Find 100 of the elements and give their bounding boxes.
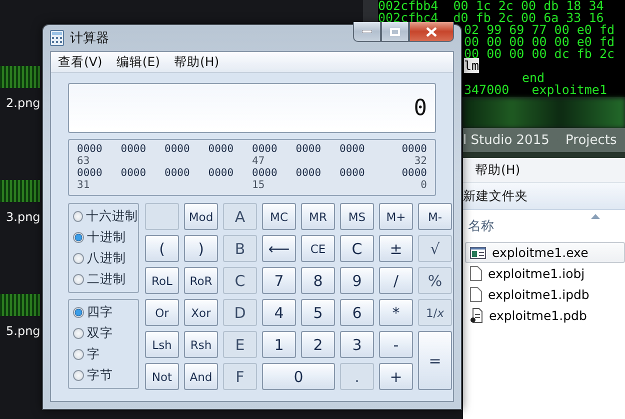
bit-group: 0000 (164, 167, 190, 179)
radio-icon[interactable] (73, 370, 84, 381)
calculator-key[interactable]: Lsh (145, 331, 179, 358)
bit-group: 0000 (402, 167, 427, 179)
calculator-key[interactable]: / (379, 267, 413, 294)
file-name: exploitme1.iobj (488, 266, 585, 281)
calculator-key[interactable]: Rsh (184, 331, 218, 358)
menu-item[interactable]: 帮助(H) (174, 54, 220, 70)
file-name: exploitme1.ipdb (488, 287, 590, 302)
calculator-key[interactable]: 5 (301, 299, 335, 326)
calculator-key[interactable]: 0 (262, 363, 335, 390)
calculator-key[interactable]: + (379, 363, 413, 390)
calculator-key[interactable]: - (379, 331, 413, 358)
thumbnail-placeholder[interactable] (0, 294, 40, 316)
breadcrumb-item[interactable]: l Studio 2015 (463, 132, 550, 148)
bit-index: 0 (420, 179, 427, 191)
blank-file-icon (470, 266, 482, 281)
calculator-key[interactable]: MR (301, 203, 335, 230)
calculator-key[interactable]: Not (145, 363, 179, 390)
radio-icon[interactable] (73, 349, 84, 360)
calculator-key[interactable]: MS (340, 203, 374, 230)
calculator-key[interactable]: M+ (379, 203, 413, 230)
bit-index: 47 (252, 155, 265, 167)
calculator-key[interactable]: Mod (184, 203, 218, 230)
terminal-line: 00 00 00 00 00 e0 fd (464, 34, 615, 49)
radio-icon[interactable] (73, 211, 83, 222)
file-row[interactable]: exploitme1.ipdb (465, 284, 625, 305)
calculator-key[interactable]: ( (145, 235, 179, 262)
blank-file-icon (470, 287, 482, 302)
file-row[interactable]: exploitme1.iobj (465, 263, 625, 284)
terminal-line: 002cfbc4 d0 fb 2c 00 6a 33 16 (378, 10, 604, 25)
file-name: exploitme1.pdb (489, 308, 587, 323)
calculator-key[interactable]: C (340, 235, 374, 262)
calculator-key[interactable]: * (379, 299, 413, 326)
close-button[interactable] (409, 22, 454, 42)
file-row[interactable]: exploitme1.pdb (465, 305, 625, 326)
terminal-line: 02 99 69 77 00 e0 fd (464, 22, 615, 37)
breadcrumb-item[interactable]: Projects (566, 132, 617, 148)
toolbar-item[interactable]: 新建文件夹 (463, 188, 528, 204)
file-row[interactable]: exploitme1.exe (465, 242, 625, 263)
calculator-key[interactable]: 8 (301, 267, 335, 294)
radio-icon[interactable] (73, 232, 84, 243)
calculator-key[interactable]: 4 (262, 299, 296, 326)
column-header[interactable]: 名称 (468, 217, 494, 235)
address-bar[interactable]: l Studio 2015 Projects (463, 128, 625, 158)
radio-icon[interactable] (73, 328, 84, 339)
bit-group: 0000 (77, 143, 102, 155)
calculator-key[interactable]: ± (379, 235, 413, 262)
calculator-key[interactable]: 6 (340, 299, 374, 326)
menu-item[interactable]: 查看(V) (58, 54, 102, 70)
calculator-key[interactable]: = (418, 331, 452, 390)
thumbnail-placeholder[interactable] (0, 66, 40, 88)
radio-icon[interactable] (73, 307, 84, 318)
menu-item[interactable]: 编辑(E) (116, 54, 160, 70)
calculator-key[interactable]: 9 (340, 267, 374, 294)
radio-option[interactable]: 字 (73, 346, 138, 363)
radio-icon[interactable] (73, 274, 84, 285)
calculator-key[interactable]: Xor (184, 299, 218, 326)
radio-option[interactable]: 字节 (73, 367, 138, 384)
bit-index: 32 (414, 155, 427, 167)
calculator-key[interactable]: 1 (262, 331, 296, 358)
bit-index: 31 (77, 179, 90, 191)
calculator-key[interactable]: ) (184, 235, 218, 262)
desktop-icon-label[interactable]: 5.png (0, 324, 40, 338)
radio-option[interactable]: 十进制 (73, 229, 138, 246)
calculator-key[interactable]: ⟵ (262, 235, 296, 262)
radio-option[interactable]: 双字 (73, 325, 138, 342)
maximize-button[interactable] (381, 22, 409, 42)
minimize-button[interactable] (353, 22, 381, 42)
bit-group: 0000 (77, 167, 102, 179)
document-icon (470, 308, 483, 323)
calculator-key[interactable]: 3 (340, 331, 374, 358)
minimize-icon (362, 30, 372, 33)
desktop-icon-label[interactable]: 2.png (0, 96, 40, 110)
bit-group: 0000 (340, 167, 365, 179)
menu-item[interactable]: 帮助(H) (475, 162, 520, 178)
calculator-key[interactable]: 2 (301, 331, 335, 358)
thumbnail-placeholder[interactable] (0, 180, 40, 202)
terminal-line: 347000 exploitme1 (464, 82, 607, 97)
bit-group: 0000 (296, 143, 322, 155)
bit-group: 0000 (208, 167, 234, 179)
radio-option[interactable]: 八进制 (73, 250, 138, 267)
radio-option[interactable]: 四字 (73, 304, 138, 321)
bit-group: 0000 (340, 143, 365, 155)
close-icon (426, 26, 437, 36)
calculator-key[interactable]: And (184, 363, 218, 390)
calculator-key[interactable]: CE (301, 235, 335, 262)
radio-icon[interactable] (73, 253, 84, 264)
calculator-key[interactable]: M- (418, 203, 452, 230)
calculator-key[interactable]: RoR (184, 267, 218, 294)
bit-group: 0000 (208, 143, 234, 155)
calculator-key[interactable]: RoL (145, 267, 179, 294)
desktop-icon-label[interactable]: 3.png (0, 210, 40, 224)
calculator-key[interactable]: Or (145, 299, 179, 326)
calculator-key[interactable]: MC (262, 203, 296, 230)
bit-group: 0000 (402, 143, 427, 155)
sort-caret-icon (591, 214, 600, 219)
radio-option[interactable]: 十六进制 (73, 208, 138, 225)
radio-option[interactable]: 二进制 (73, 271, 138, 288)
calculator-key[interactable]: 7 (262, 267, 296, 294)
